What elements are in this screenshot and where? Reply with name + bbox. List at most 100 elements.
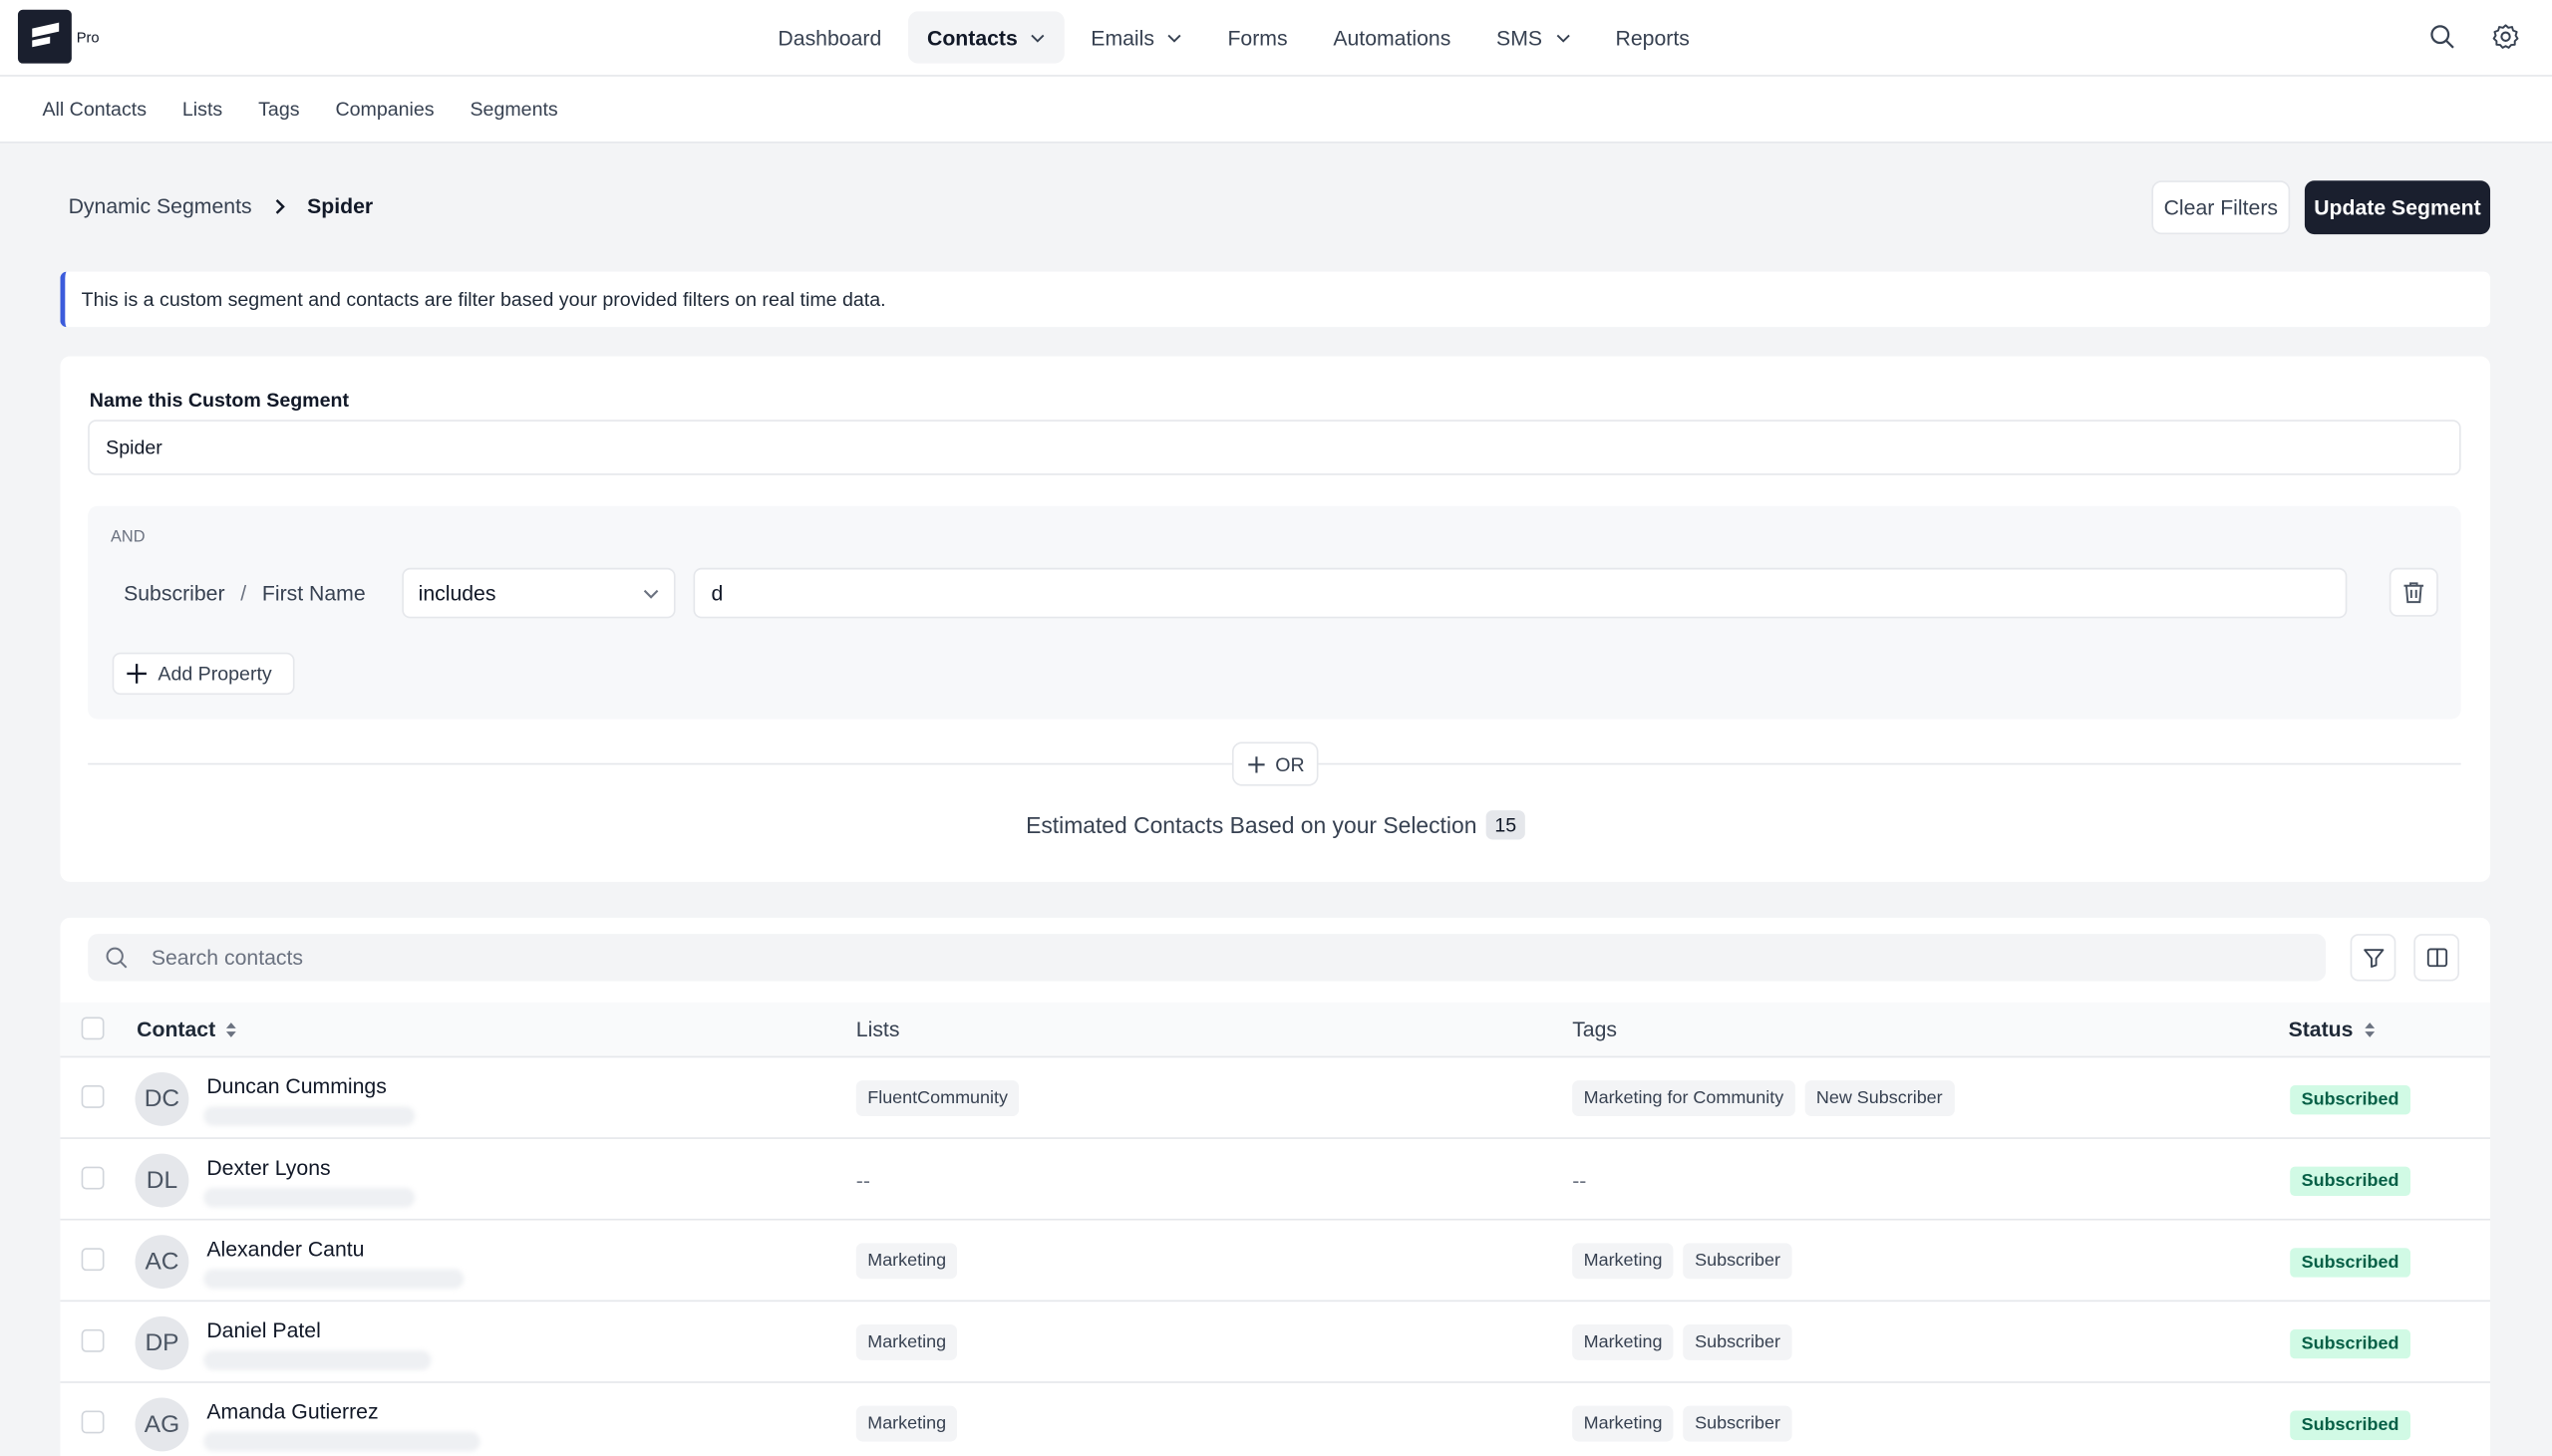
nav-emails[interactable]: Emails	[1072, 11, 1202, 63]
tag-chip: Subscriber	[1683, 1324, 1792, 1360]
list-tag: Marketing	[855, 1243, 958, 1280]
tag-chip: Marketing for Community	[1572, 1080, 1795, 1117]
search-contacts-input[interactable]: Search contacts	[88, 934, 2327, 982]
chevron-down-icon	[1555, 33, 1569, 42]
plus-icon	[1247, 755, 1264, 772]
contact-name[interactable]: Dexter Lyons	[206, 1155, 330, 1179]
filter-value-input[interactable]: d	[693, 567, 2348, 619]
avatar: AG	[135, 1397, 189, 1452]
redacted-email	[203, 1269, 465, 1290]
filter-group: AND Subscriber / First Name includes d A…	[88, 505, 2461, 720]
select-all-checkbox[interactable]	[81, 1017, 105, 1040]
redacted-email	[203, 1187, 416, 1208]
search-icon	[106, 947, 128, 969]
list-tag: FluentCommunity	[855, 1080, 1020, 1117]
operator-select[interactable]: includes	[402, 567, 676, 619]
filter-property[interactable]: Subscriber / First Name	[124, 581, 366, 605]
row-checkbox[interactable]	[81, 1248, 105, 1272]
plus-icon	[127, 664, 147, 684]
chevron-right-icon	[275, 198, 285, 213]
columns-button[interactable]	[2413, 934, 2460, 982]
nav-forms[interactable]: Forms	[1208, 11, 1307, 63]
segment-builder-card: Name this Custom Segment Spider AND Subs…	[60, 356, 2491, 882]
property-group: Subscriber	[124, 580, 225, 606]
trash-icon	[2403, 582, 2424, 604]
top-navbar: Pro Dashboard Contacts Emails Forms Automati…	[0, 0, 2552, 77]
filter-icon	[2363, 949, 2384, 968]
nav-dashboard[interactable]: Dashboard	[759, 11, 901, 63]
contact-name[interactable]: Duncan Cummings	[206, 1074, 386, 1098]
or-label: OR	[1275, 752, 1305, 775]
contact-name[interactable]: Amanda Gutierrez	[206, 1399, 378, 1423]
table-row[interactable]: DC Duncan Cummings FluentCommunity Marketin…	[60, 1057, 2491, 1139]
table-row[interactable]: AG Amanda Gutierrez Marketing Marketing Subs…	[60, 1383, 2490, 1456]
search-icon[interactable]	[2428, 23, 2456, 51]
nav-contacts[interactable]: Contacts	[907, 11, 1066, 64]
settings-gear-icon[interactable]	[2492, 23, 2520, 51]
sort-icon	[226, 1021, 237, 1037]
status-badge: Subscribed	[2290, 1085, 2410, 1115]
lists-cell: FluentCommunity	[855, 1080, 1029, 1117]
list-tag: Marketing	[855, 1405, 958, 1442]
breadcrumb-parent[interactable]: Dynamic Segments	[69, 193, 252, 217]
breadcrumb: Dynamic Segments Spider	[69, 193, 374, 217]
nav-label: Reports	[1615, 25, 1690, 50]
info-notice: This is a custom segment and contacts ar…	[60, 271, 2491, 328]
status-badge: Subscribed	[2290, 1328, 2410, 1359]
tag-chip: New Subscriber	[1804, 1080, 1955, 1117]
row-checkbox[interactable]	[81, 1085, 105, 1108]
search-placeholder: Search contacts	[151, 945, 304, 971]
nav-reports[interactable]: Reports	[1596, 11, 1710, 63]
row-checkbox[interactable]	[81, 1410, 105, 1434]
nav-label: Automations	[1333, 25, 1451, 50]
segment-name-label: Name this Custom Segment	[89, 389, 350, 413]
estimate-count-badge: 15	[1486, 810, 1525, 840]
subnav-lists[interactable]: Lists	[182, 98, 222, 121]
add-property-label: Add Property	[158, 662, 272, 686]
clear-filters-button[interactable]: Clear Filters	[2151, 180, 2291, 235]
tags-cell: Marketing Subscriber	[1572, 1405, 1801, 1442]
table-row[interactable]: AC Alexander Cantu Marketing Marketing Subsc…	[60, 1221, 2491, 1303]
subnav-companies[interactable]: Companies	[335, 98, 434, 121]
column-contact[interactable]: Contact	[137, 1017, 238, 1041]
update-segment-button[interactable]: Update Segment	[2304, 180, 2491, 235]
table-header: Contact Lists Tags Status	[60, 1002, 2491, 1058]
operator-value: includes	[418, 580, 496, 606]
nav-label: SMS	[1496, 25, 1543, 50]
tags-cell: Marketing Subscriber	[1572, 1243, 1801, 1280]
row-checkbox[interactable]	[81, 1166, 105, 1190]
tags-empty: --	[1572, 1168, 1587, 1193]
filter-button[interactable]	[2350, 934, 2396, 982]
nav-automations[interactable]: Automations	[1314, 11, 1470, 63]
main-nav: Dashboard Contacts Emails Forms Automations S…	[759, 11, 1716, 64]
tag-chip: Marketing	[1572, 1405, 1674, 1442]
table-row[interactable]: DP Daniel Patel Marketing Marketing Subscrib…	[60, 1302, 2491, 1383]
estimated-contacts: Estimated Contacts Based on your Selecti…	[60, 810, 2490, 840]
add-property-button[interactable]: Add Property	[112, 652, 295, 696]
lists-cell: Marketing	[855, 1243, 968, 1280]
tag-chip: Subscriber	[1683, 1405, 1792, 1442]
subnav-segments[interactable]: Segments	[470, 98, 557, 121]
column-status[interactable]: Status	[2289, 1017, 2377, 1041]
lists-cell: Marketing	[855, 1324, 968, 1360]
tags-cell: Marketing Subscriber	[1572, 1324, 1801, 1360]
avatar: AC	[135, 1235, 189, 1290]
breadcrumb-current: Spider	[307, 193, 374, 218]
add-or-group-button[interactable]: OR	[1231, 741, 1319, 786]
delete-filter-button[interactable]	[2389, 567, 2438, 617]
chevron-down-icon	[1167, 33, 1181, 42]
table-row[interactable]: DL Dexter Lyons -- -- Subscribed	[60, 1139, 2491, 1221]
column-lists: Lists	[855, 1017, 900, 1041]
app-logo[interactable]	[17, 9, 72, 64]
tag-chip: Marketing	[1572, 1243, 1674, 1280]
column-tags: Tags	[1572, 1017, 1618, 1041]
column-contact-label: Contact	[137, 1017, 216, 1041]
contact-name[interactable]: Daniel Patel	[206, 1317, 320, 1341]
row-checkbox[interactable]	[81, 1328, 105, 1352]
segment-name-input[interactable]: Spider	[88, 420, 2461, 475]
contact-name[interactable]: Alexander Cantu	[206, 1237, 364, 1261]
subnav-tags[interactable]: Tags	[258, 98, 299, 121]
and-label: AND	[111, 528, 146, 547]
subnav-all-contacts[interactable]: All Contacts	[42, 98, 147, 121]
nav-sms[interactable]: SMS	[1476, 11, 1589, 63]
